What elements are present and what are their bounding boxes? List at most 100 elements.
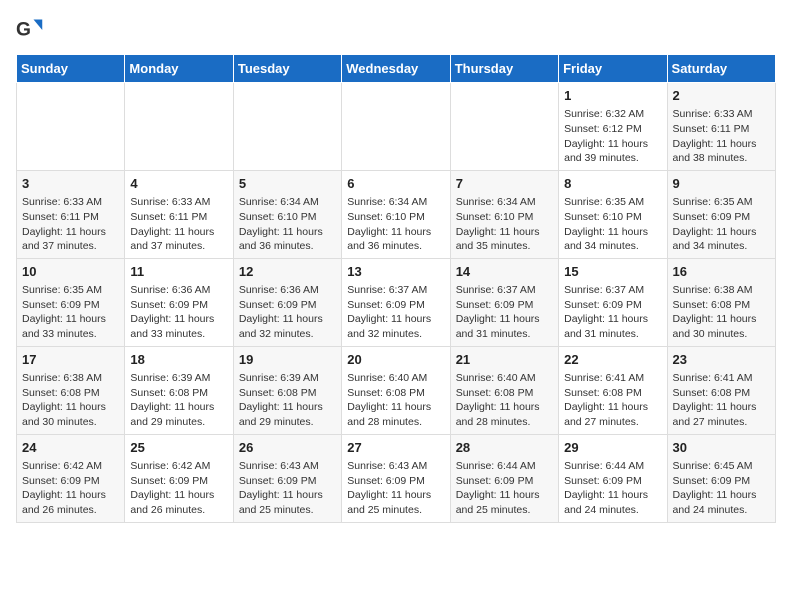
day-info: Daylight: 11 hours and 37 minutes.: [22, 225, 119, 254]
calendar-cell: [233, 83, 341, 171]
day-info: Sunrise: 6:43 AM: [347, 459, 444, 474]
calendar-week-3: 10Sunrise: 6:35 AMSunset: 6:09 PMDayligh…: [17, 258, 776, 346]
calendar-cell: [450, 83, 558, 171]
calendar-cell: 8 Sunrise: 6:35 AMSunset: 6:10 PMDaylight…: [559, 170, 667, 258]
day-info: Sunrise: 6:37 AM: [347, 283, 444, 298]
day-number: 13: [347, 263, 444, 281]
day-info: Sunset: 6:09 PM: [22, 298, 119, 313]
day-info: Sunrise: 6:33 AM: [673, 107, 770, 122]
day-info: Sunset: 6:08 PM: [130, 386, 227, 401]
day-info: Sunrise: 6:40 AM: [456, 371, 553, 386]
calendar-table: SundayMondayTuesdayWednesdayThursdayFrid…: [16, 54, 776, 523]
day-info: Sunset: 6:10 PM: [347, 210, 444, 225]
calendar-cell: 18Sunrise: 6:39 AMSunset: 6:08 PMDayligh…: [125, 346, 233, 434]
day-info: Daylight: 11 hours and 37 minutes.: [130, 225, 227, 254]
calendar-cell: 2Sunrise: 6:33 AMSunset: 6:11 PMDaylight…: [667, 83, 775, 171]
calendar-cell: 5Sunrise: 6:34 AMSunset: 6:10 PMDaylight…: [233, 170, 341, 258]
day-info: Sunset: 6:09 PM: [347, 474, 444, 489]
calendar-cell: 1Sunrise: 6:32 AMSunset: 6:12 PMDaylight…: [559, 83, 667, 171]
weekday-header-saturday: Saturday: [667, 55, 775, 83]
day-number: 27: [347, 439, 444, 457]
day-number: 19: [239, 351, 336, 369]
day-info: Sunrise: 6:40 AM: [347, 371, 444, 386]
calendar-body: 1Sunrise: 6:32 AMSunset: 6:12 PMDaylight…: [17, 83, 776, 523]
day-info: Sunrise: 6:38 AM: [673, 283, 770, 298]
day-number: 3: [22, 175, 119, 193]
day-info: Sunset: 6:08 PM: [22, 386, 119, 401]
day-info: Daylight: 11 hours and 32 minutes.: [239, 312, 336, 341]
day-number: 14: [456, 263, 553, 281]
day-number: 24: [22, 439, 119, 457]
calendar-cell: 20 Sunrise: 6:40 AMSunset: 6:08 PMDayligh…: [342, 346, 450, 434]
page-header: G: [16, 16, 776, 44]
day-info: Sunrise: 6:39 AM: [239, 371, 336, 386]
day-info: Daylight: 11 hours and 26 minutes.: [22, 488, 119, 517]
day-info: Sunset: 6:11 PM: [673, 122, 770, 137]
day-number: 30: [673, 439, 770, 457]
day-number: 17: [22, 351, 119, 369]
day-info: Sunset: 6:10 PM: [564, 210, 661, 225]
weekday-header-thursday: Thursday: [450, 55, 558, 83]
day-info: Sunset: 6:08 PM: [347, 386, 444, 401]
calendar-cell: 17 Sunrise: 6:38 AMSunset: 6:08 PMDayligh…: [17, 346, 125, 434]
day-info: Daylight: 11 hours and 36 minutes.: [239, 225, 336, 254]
weekday-header-friday: Friday: [559, 55, 667, 83]
day-number: 12: [239, 263, 336, 281]
day-number: 26: [239, 439, 336, 457]
day-info: Daylight: 11 hours and 33 minutes.: [130, 312, 227, 341]
calendar-cell: [125, 83, 233, 171]
day-info: Sunrise: 6:45 AM: [673, 459, 770, 474]
calendar-cell: 14Sunrise: 6:37 AMSunset: 6:09 PMDayligh…: [450, 258, 558, 346]
day-info: Daylight: 11 hours and 33 minutes.: [22, 312, 119, 341]
day-info: Sunrise: 6:38 AM: [22, 371, 119, 386]
calendar-cell: 26Sunrise: 6:43 AMSunset: 6:09 PMDayligh…: [233, 434, 341, 522]
day-info: Daylight: 11 hours and 27 minutes.: [673, 400, 770, 429]
day-info: Daylight: 11 hours and 28 minutes.: [347, 400, 444, 429]
day-number: 9: [673, 175, 770, 193]
calendar-cell: 28Sunrise: 6:44 AMSunset: 6:09 PMDayligh…: [450, 434, 558, 522]
calendar-week-1: 1Sunrise: 6:32 AMSunset: 6:12 PMDaylight…: [17, 83, 776, 171]
day-info: Daylight: 11 hours and 31 minutes.: [564, 312, 661, 341]
day-info: Daylight: 11 hours and 25 minutes.: [456, 488, 553, 517]
day-info: Sunrise: 6:36 AM: [130, 283, 227, 298]
day-info: Daylight: 11 hours and 38 minutes.: [673, 137, 770, 166]
day-info: Daylight: 11 hours and 25 minutes.: [239, 488, 336, 517]
day-info: Daylight: 11 hours and 25 minutes.: [347, 488, 444, 517]
day-info: Sunset: 6:09 PM: [673, 210, 770, 225]
day-info: Sunset: 6:09 PM: [130, 298, 227, 313]
day-info: Sunset: 6:09 PM: [130, 474, 227, 489]
calendar-cell: 7Sunrise: 6:34 AMSunset: 6:10 PMDaylight…: [450, 170, 558, 258]
day-info: Sunset: 6:12 PM: [564, 122, 661, 137]
day-number: 6: [347, 175, 444, 193]
day-info: Sunrise: 6:35 AM: [22, 283, 119, 298]
day-info: Daylight: 11 hours and 32 minutes.: [347, 312, 444, 341]
calendar-cell: 23Sunrise: 6:41 AMSunset: 6:08 PMDayligh…: [667, 346, 775, 434]
day-info: Sunrise: 6:34 AM: [456, 195, 553, 210]
calendar-week-5: 24Sunrise: 6:42 AMSunset: 6:09 PMDayligh…: [17, 434, 776, 522]
calendar-cell: 12Sunrise: 6:36 AMSunset: 6:09 PMDayligh…: [233, 258, 341, 346]
calendar-cell: [342, 83, 450, 171]
day-number: 20: [347, 351, 444, 369]
day-info: Sunrise: 6:36 AM: [239, 283, 336, 298]
day-number: 21: [456, 351, 553, 369]
day-info: Sunrise: 6:37 AM: [456, 283, 553, 298]
day-info: Daylight: 11 hours and 34 minutes.: [564, 225, 661, 254]
calendar-cell: 27 Sunrise: 6:43 AMSunset: 6:09 PMDayligh…: [342, 434, 450, 522]
calendar-cell: 15Sunrise: 6:37 AMSunset: 6:09 PMDayligh…: [559, 258, 667, 346]
day-info: Sunset: 6:10 PM: [239, 210, 336, 225]
day-info: Sunrise: 6:34 AM: [347, 195, 444, 210]
calendar-cell: 24Sunrise: 6:42 AMSunset: 6:09 PMDayligh…: [17, 434, 125, 522]
day-info: Sunrise: 6:44 AM: [456, 459, 553, 474]
day-number: 16: [673, 263, 770, 281]
day-number: 23: [673, 351, 770, 369]
day-info: Sunset: 6:08 PM: [673, 386, 770, 401]
day-number: 8: [564, 175, 661, 193]
day-info: Daylight: 11 hours and 31 minutes.: [456, 312, 553, 341]
day-number: 7: [456, 175, 553, 193]
day-info: Sunrise: 6:35 AM: [564, 195, 661, 210]
calendar-cell: 6Sunrise: 6:34 AMSunset: 6:10 PMDaylight…: [342, 170, 450, 258]
calendar-cell: 11Sunrise: 6:36 AMSunset: 6:09 PMDayligh…: [125, 258, 233, 346]
day-number: 10: [22, 263, 119, 281]
calendar-cell: 4Sunrise: 6:33 AMSunset: 6:11 PMDaylight…: [125, 170, 233, 258]
day-info: Daylight: 11 hours and 30 minutes.: [22, 400, 119, 429]
